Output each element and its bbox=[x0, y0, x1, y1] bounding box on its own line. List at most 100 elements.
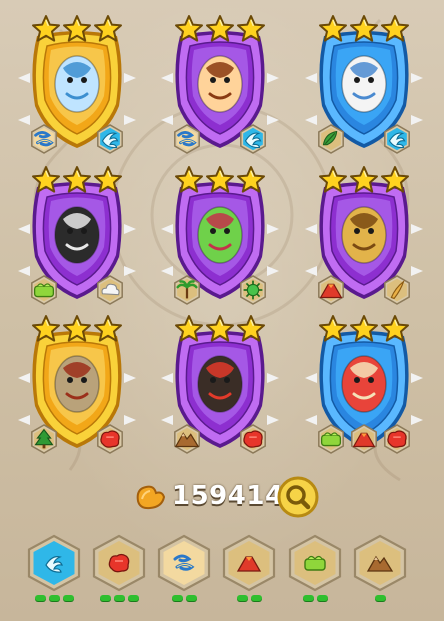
star-icon bbox=[62, 314, 92, 344]
creature-card[interactable] bbox=[18, 314, 136, 464]
air-icon bbox=[382, 124, 412, 154]
frame-spike bbox=[411, 415, 423, 425]
element-filter-bar bbox=[0, 534, 444, 614]
cloud-icon bbox=[95, 275, 125, 305]
star-icon bbox=[318, 14, 348, 44]
star-icon bbox=[93, 165, 123, 195]
filter-count-pips bbox=[286, 595, 344, 601]
air-icon bbox=[25, 534, 83, 592]
frame-spike bbox=[124, 73, 136, 83]
star-rating bbox=[318, 165, 410, 195]
star-rating bbox=[318, 14, 410, 44]
frame-spike bbox=[124, 224, 136, 234]
star-icon bbox=[236, 14, 266, 44]
star-icon bbox=[62, 165, 92, 195]
frame-spike bbox=[411, 224, 423, 234]
filter-mountain[interactable] bbox=[351, 534, 409, 608]
currency-bar: 159414 bbox=[0, 476, 444, 518]
frame-spike bbox=[305, 224, 317, 234]
filter-plant[interactable] bbox=[286, 534, 344, 608]
frame-spike bbox=[161, 224, 173, 234]
star-icon bbox=[236, 165, 266, 195]
volcano-icon bbox=[316, 275, 346, 305]
count-pip bbox=[171, 595, 183, 601]
star-icon bbox=[318, 314, 348, 344]
star-icon bbox=[174, 14, 204, 44]
filter-count-pips bbox=[90, 595, 148, 601]
star-icon bbox=[93, 314, 123, 344]
frame-spike bbox=[18, 73, 30, 83]
volcano-icon bbox=[349, 424, 379, 454]
star-icon bbox=[205, 165, 235, 195]
star-icon bbox=[93, 14, 123, 44]
count-pip bbox=[127, 595, 139, 601]
claw-icon bbox=[382, 275, 412, 305]
filter-count-pips bbox=[351, 595, 409, 601]
count-pip bbox=[48, 595, 60, 601]
plant-icon bbox=[316, 424, 346, 454]
star-rating bbox=[31, 165, 123, 195]
creature-card[interactable] bbox=[18, 165, 136, 315]
star-icon bbox=[31, 14, 61, 44]
filter-volcano[interactable] bbox=[220, 534, 278, 608]
star-icon bbox=[349, 14, 379, 44]
filter-count-pips bbox=[220, 595, 278, 601]
wind-icon bbox=[29, 124, 59, 154]
count-pip bbox=[62, 595, 74, 601]
star-rating bbox=[318, 314, 410, 344]
frame-spike bbox=[305, 73, 317, 83]
count-pip bbox=[185, 595, 197, 601]
frame-spike bbox=[124, 415, 136, 425]
volcano-icon bbox=[220, 534, 278, 592]
filter-air[interactable] bbox=[25, 534, 83, 608]
star-icon bbox=[174, 314, 204, 344]
frame-spike bbox=[124, 373, 136, 383]
star-icon bbox=[349, 314, 379, 344]
search-button[interactable] bbox=[276, 476, 320, 518]
mountain-icon bbox=[172, 424, 202, 454]
count-pip bbox=[236, 595, 248, 601]
star-icon bbox=[236, 314, 266, 344]
frame-spike bbox=[267, 73, 279, 83]
frame-spike bbox=[124, 266, 136, 276]
star-icon bbox=[205, 314, 235, 344]
frame-spike bbox=[161, 373, 173, 383]
air-icon bbox=[238, 124, 268, 154]
filter-count-pips bbox=[25, 595, 83, 601]
frame-spike bbox=[411, 115, 423, 125]
forest-icon bbox=[29, 424, 59, 454]
frame-spike bbox=[18, 224, 30, 234]
count-pip bbox=[316, 595, 328, 601]
frame-spike bbox=[305, 373, 317, 383]
fire-rock-icon bbox=[90, 534, 148, 592]
count-pip bbox=[113, 595, 125, 601]
frame-spike bbox=[411, 373, 423, 383]
frame-spike bbox=[124, 115, 136, 125]
creature-card[interactable] bbox=[161, 14, 279, 164]
filter-fire-rock[interactable] bbox=[90, 534, 148, 608]
star-rating bbox=[174, 14, 266, 44]
frame-spike bbox=[411, 266, 423, 276]
creature-card[interactable] bbox=[305, 314, 423, 464]
star-rating bbox=[174, 314, 266, 344]
count-pip bbox=[250, 595, 262, 601]
fire-rock-icon bbox=[382, 424, 412, 454]
frame-spike bbox=[18, 373, 30, 383]
count-pip bbox=[374, 595, 386, 601]
star-icon bbox=[380, 314, 410, 344]
star-icon bbox=[380, 165, 410, 195]
star-icon bbox=[380, 14, 410, 44]
star-icon bbox=[349, 165, 379, 195]
creature-card[interactable] bbox=[305, 14, 423, 164]
star-icon bbox=[62, 14, 92, 44]
creature-card[interactable] bbox=[161, 165, 279, 315]
creature-card[interactable] bbox=[305, 165, 423, 315]
magnifier-icon bbox=[277, 476, 319, 518]
frame-spike bbox=[267, 266, 279, 276]
creature-card[interactable] bbox=[161, 314, 279, 464]
frame-spike bbox=[267, 224, 279, 234]
star-icon bbox=[318, 165, 348, 195]
frame-spike bbox=[267, 115, 279, 125]
creature-card[interactable] bbox=[18, 14, 136, 164]
filter-wind[interactable] bbox=[155, 534, 213, 608]
